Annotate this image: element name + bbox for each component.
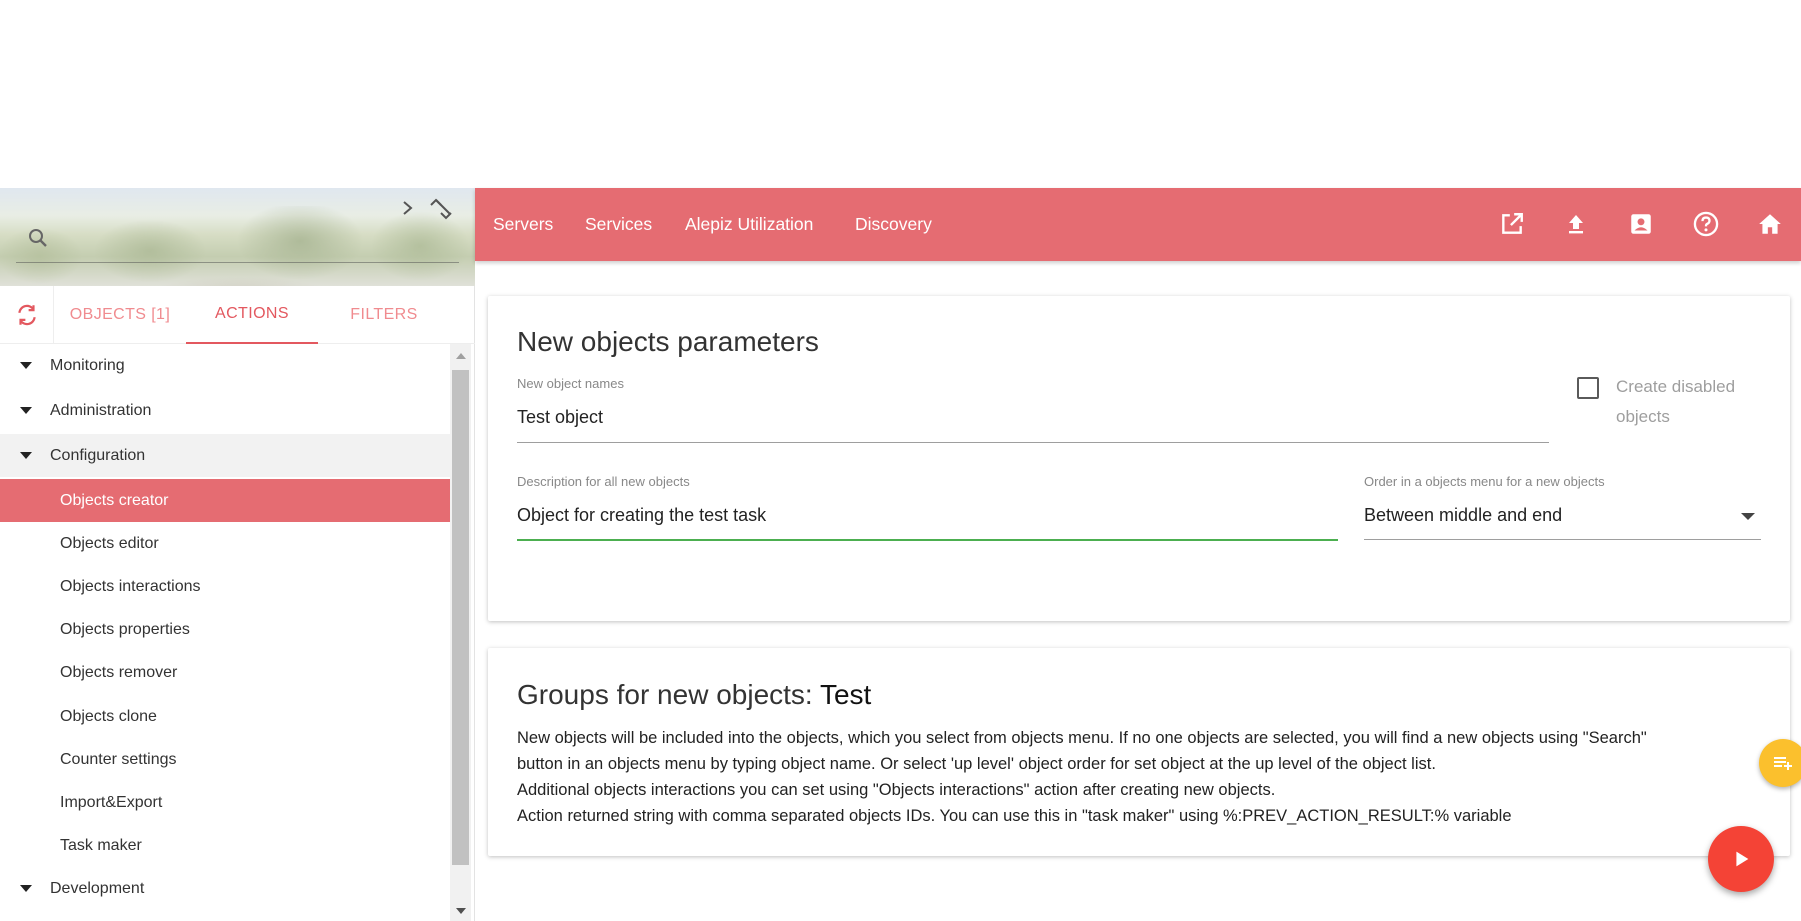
- description-line: Action returned string with comma separa…: [517, 807, 1512, 825]
- groups-title-prefix: Groups for new objects:: [517, 679, 813, 710]
- order-label: Order in a objects menu for a new object…: [1364, 474, 1605, 489]
- caret-down-icon: [20, 407, 32, 414]
- sidebar-tabs: OBJECTS [1] ACTIONS FILTERS: [0, 286, 475, 344]
- sidebar-header: [0, 188, 475, 286]
- search-icon[interactable]: [26, 226, 50, 250]
- description-label: Description for all new objects: [517, 474, 690, 489]
- tree-group-administration[interactable]: Administration: [0, 389, 450, 432]
- description-line: button in an objects menu by typing obje…: [517, 755, 1436, 773]
- tree-item-objects-interactions[interactable]: Objects interactions: [0, 565, 450, 608]
- order-select[interactable]: Between middle and end: [1364, 505, 1562, 526]
- tree-item-objects-editor[interactable]: Objects editor: [0, 522, 450, 565]
- home-icon[interactable]: [1755, 209, 1785, 239]
- collapse-icon[interactable]: [428, 196, 454, 222]
- nav-link-discovery[interactable]: Discovery: [855, 188, 932, 261]
- help-icon[interactable]: [1691, 209, 1721, 239]
- tree-group-configuration[interactable]: Configuration: [0, 434, 450, 477]
- tree-item-objects-clone[interactable]: Objects clone: [0, 695, 450, 738]
- upload-icon[interactable]: [1561, 209, 1591, 239]
- tree-item-objects-properties[interactable]: Objects properties: [0, 608, 450, 651]
- caret-down-icon: [20, 885, 32, 892]
- names-input[interactable]: Test object: [517, 407, 603, 428]
- nav-link-services[interactable]: Services: [585, 188, 652, 261]
- groups-description: New objects will be included into the ob…: [517, 725, 1707, 829]
- tree-label: Administration: [50, 401, 152, 419]
- names-label: New object names: [517, 376, 624, 391]
- scroll-up-arrow-icon[interactable]: [450, 348, 471, 364]
- tree-label: Configuration: [50, 446, 146, 464]
- caret-down-icon: [20, 452, 32, 459]
- parameters-title: New objects parameters: [517, 326, 819, 357]
- run-action-button[interactable]: [1708, 826, 1774, 892]
- scroll-thumb[interactable]: [452, 370, 469, 865]
- tree-item-objects-remover[interactable]: Objects remover: [0, 651, 450, 694]
- scroll-down-arrow-icon[interactable]: [450, 903, 471, 919]
- account-box-icon[interactable]: [1626, 209, 1656, 239]
- tree-item-task-maker[interactable]: Task maker: [0, 824, 450, 867]
- tab-actions[interactable]: ACTIONS: [186, 286, 318, 344]
- tree-label: Monitoring: [50, 356, 125, 374]
- tree-item-counter-settings[interactable]: Counter settings: [0, 738, 450, 781]
- caret-down-icon: [20, 362, 32, 369]
- tree-item-objects-creator[interactable]: Objects creator: [0, 479, 450, 522]
- open-in-new-icon[interactable]: [1497, 209, 1527, 239]
- sidebar-scrollbar[interactable]: [450, 344, 471, 921]
- search-input[interactable]: [16, 262, 459, 263]
- tree-group-monitoring[interactable]: Monitoring: [0, 344, 450, 387]
- tab-filters[interactable]: FILTERS: [318, 286, 450, 344]
- create-disabled-checkbox[interactable]: [1577, 377, 1599, 399]
- groups-title-value: Test: [819, 679, 872, 710]
- description-line: New objects will be included into the ob…: [517, 729, 1647, 747]
- groups-card: Groups for new objects: Test New objects…: [488, 648, 1790, 856]
- names-underline: [517, 442, 1549, 443]
- chevron-right-icon[interactable]: [400, 198, 416, 218]
- tree-group-development[interactable]: Development: [0, 867, 450, 910]
- dropdown-arrow-icon[interactable]: [1741, 513, 1755, 520]
- nav-link-servers[interactable]: Servers: [493, 188, 553, 261]
- blank-header-area: [0, 0, 1801, 188]
- tree-item-import-export[interactable]: Import&Export: [0, 781, 450, 824]
- top-nav: Servers Services Alepiz Utilization Disc…: [475, 188, 1801, 261]
- description-underline: [517, 539, 1338, 541]
- playlist-add-button[interactable]: [1759, 739, 1801, 787]
- actions-tree: Monitoring Administration Configuration …: [0, 344, 450, 921]
- create-disabled-label[interactable]: Create disabled objects: [1616, 372, 1756, 432]
- description-input[interactable]: Object for creating the test task: [517, 505, 766, 526]
- play-icon: [1736, 851, 1749, 867]
- order-underline: [1364, 539, 1761, 540]
- sidebar: OBJECTS [1] ACTIONS FILTERS Monitoring A…: [0, 188, 475, 921]
- parameters-card: New objects parameters New object names …: [488, 296, 1790, 621]
- nav-link-alepiz-utilization[interactable]: Alepiz Utilization: [685, 188, 813, 261]
- refresh-icon[interactable]: [0, 286, 54, 344]
- groups-title: Groups for new objects: Test: [517, 679, 871, 711]
- tab-objects[interactable]: OBJECTS [1]: [54, 286, 186, 344]
- tree-label: Development: [50, 879, 145, 897]
- playlist-add-icon: [1774, 757, 1792, 770]
- description-line: Additional objects interactions you can …: [517, 781, 1276, 799]
